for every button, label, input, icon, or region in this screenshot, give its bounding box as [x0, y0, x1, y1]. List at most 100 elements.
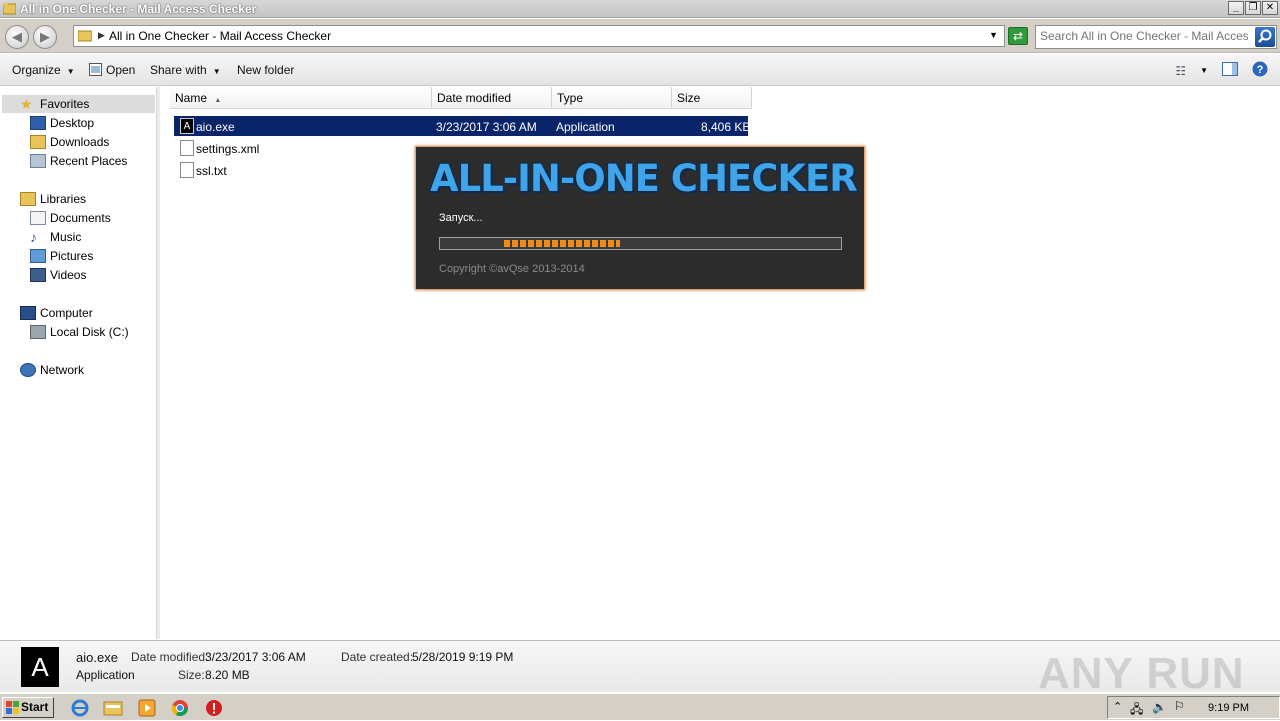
minimize-button[interactable]: _: [1228, 1, 1244, 15]
nav-documents[interactable]: Documents: [30, 209, 111, 227]
nav-videos-label: Videos: [50, 268, 87, 282]
desktop-icon: [30, 116, 46, 130]
file-name: settings.xml: [196, 142, 260, 156]
svg-text:?: ?: [1257, 64, 1264, 76]
start-label: Start: [21, 700, 49, 714]
application-icon: A: [180, 118, 194, 134]
restore-button[interactable]: ❐: [1245, 1, 1261, 15]
column-header-size[interactable]: Size: [672, 87, 752, 109]
chrome-icon[interactable]: [170, 698, 190, 718]
xml-document-icon: [180, 140, 194, 156]
nav-favorites-label: Favorites: [40, 97, 90, 111]
column-header-date[interactable]: Date modified: [432, 87, 552, 109]
start-button[interactable]: Start: [2, 697, 54, 718]
nav-music[interactable]: ♪ Music: [30, 228, 81, 246]
splash-copyright: Copyright ©avQse 2013-2014: [439, 263, 585, 275]
file-date: 3/23/2017 3:06 AM: [436, 120, 537, 134]
application-icon: A: [21, 647, 59, 687]
folder-icon: [3, 3, 16, 15]
breadcrumb[interactable]: All in One Checker - Mail Access Checker: [109, 29, 331, 43]
taskbar: Start ⌃ 🖧 🔈 ⚐ 9:19 PM: [0, 693, 1280, 720]
nav-documents-label: Documents: [50, 211, 111, 225]
file-type: Application: [556, 120, 615, 134]
share-with-button[interactable]: Share with ▼: [150, 63, 221, 77]
show-hidden-icons-icon[interactable]: ⌃: [1113, 700, 1122, 713]
system-tray: ⌃ 🖧 🔈 ⚐ 9:19 PM: [1107, 696, 1280, 719]
column-type-label: Type: [557, 91, 584, 105]
back-button[interactable]: ◀: [5, 25, 29, 49]
chevron-down-icon[interactable]: ▼: [1200, 66, 1208, 75]
security-alert-icon[interactable]: [204, 698, 224, 718]
search-input[interactable]: [1040, 29, 1248, 43]
details-pane: A aio.exe Application Date modified: 3/2…: [0, 640, 1280, 698]
nav-recent-places-label: Recent Places: [50, 154, 128, 168]
volume-icon[interactable]: 🔈: [1152, 700, 1167, 714]
nav-downloads-label: Downloads: [50, 135, 110, 149]
chevron-down-icon: ▼: [66, 67, 75, 76]
search-icon[interactable]: [1255, 27, 1275, 47]
new-folder-button[interactable]: New folder: [237, 63, 294, 77]
open-label: Open: [106, 63, 136, 77]
open-icon: [89, 63, 102, 76]
nav-desktop[interactable]: Desktop: [30, 114, 94, 132]
column-name-label: Name: [175, 91, 208, 105]
refresh-button[interactable]: ⇄: [1008, 27, 1028, 45]
command-bar: Organize ▼ Open Share with ▼ New folder ☷ …: [0, 54, 1280, 86]
breadcrumb-arrow-icon[interactable]: ▶: [98, 30, 105, 41]
file-row-aio[interactable]: A aio.exe 3/23/2017 3:06 AM Application …: [174, 116, 751, 136]
forward-button[interactable]: ▶: [33, 25, 57, 49]
nav-videos[interactable]: Videos: [30, 266, 86, 284]
details-date-modified-label: Date modified:: [131, 650, 209, 664]
chevron-down-icon[interactable]: ▼: [989, 30, 998, 40]
watermark-logo: ANY RUN: [1038, 649, 1245, 698]
internet-explorer-icon[interactable]: [70, 698, 90, 718]
action-center-flag-icon[interactable]: ⚐: [1174, 699, 1185, 713]
organize-label: Organize: [12, 63, 61, 77]
splash-logo: ALL-IN-ONE CHECKER: [430, 157, 858, 200]
nav-libraries-label: Libraries: [40, 192, 87, 206]
splash-window: ALL-IN-ONE CHECKER Запуск... Copyright ©…: [415, 146, 865, 290]
nav-favorites[interactable]: ★ Favorites: [2, 95, 155, 113]
nav-downloads[interactable]: Downloads: [30, 133, 109, 151]
open-button[interactable]: Open: [89, 63, 135, 77]
nav-computer-label: Computer: [40, 306, 93, 320]
nav-computer[interactable]: Computer: [20, 304, 93, 322]
organize-button[interactable]: Organize ▼: [12, 63, 75, 77]
chevron-down-icon: ▼: [212, 67, 221, 76]
clock[interactable]: 9:19 PM: [1208, 702, 1249, 714]
column-header-type[interactable]: Type: [552, 87, 672, 109]
nav-recent-places[interactable]: Recent Places: [30, 152, 127, 170]
nav-pictures-label: Pictures: [50, 249, 94, 263]
drive-icon: [30, 325, 46, 339]
splash-progress-fill: [504, 240, 620, 247]
close-button[interactable]: ✕: [1262, 1, 1278, 15]
details-date-created-label: Date created:: [341, 650, 414, 664]
details-file-kind: Application: [76, 668, 135, 682]
share-with-label: Share with: [150, 63, 207, 77]
nav-local-disk[interactable]: Local Disk (C:): [30, 323, 129, 341]
window-titlebar[interactable]: All in One Checker - Mail Access Checker…: [0, 0, 1280, 18]
downloads-icon: [30, 135, 46, 149]
address-bar-area: ◀ ▶ ▶ All in One Checker - Mail Access C…: [0, 19, 1280, 53]
sort-up-icon: ▲: [214, 97, 222, 104]
nav-pictures[interactable]: Pictures: [30, 247, 93, 265]
explorer-icon[interactable]: [103, 698, 123, 718]
navigation-pane: ★ Favorites Desktop Downloads Recent Pla…: [0, 87, 157, 639]
folder-icon: [78, 30, 92, 42]
network-tray-icon[interactable]: 🖧: [1130, 700, 1143, 721]
view-options-icon[interactable]: ☷: [1175, 64, 1186, 78]
videos-icon: [30, 268, 46, 282]
preview-pane-icon[interactable]: [1222, 62, 1238, 79]
media-player-icon[interactable]: [137, 698, 157, 718]
details-size: 8.20 MB: [205, 668, 250, 682]
file-size: 8,406 KB: [701, 120, 751, 134]
address-field[interactable]: ▶ All in One Checker - Mail Access Check…: [73, 25, 1005, 47]
windows-logo-icon: [6, 701, 19, 714]
column-header-name[interactable]: Name ▲: [170, 87, 432, 109]
documents-icon: [30, 211, 46, 225]
nav-network[interactable]: Network: [20, 361, 84, 379]
nav-libraries[interactable]: Libraries: [20, 190, 86, 208]
nav-desktop-label: Desktop: [50, 116, 95, 130]
search-box[interactable]: [1035, 25, 1277, 49]
help-icon[interactable]: ?: [1252, 61, 1268, 80]
